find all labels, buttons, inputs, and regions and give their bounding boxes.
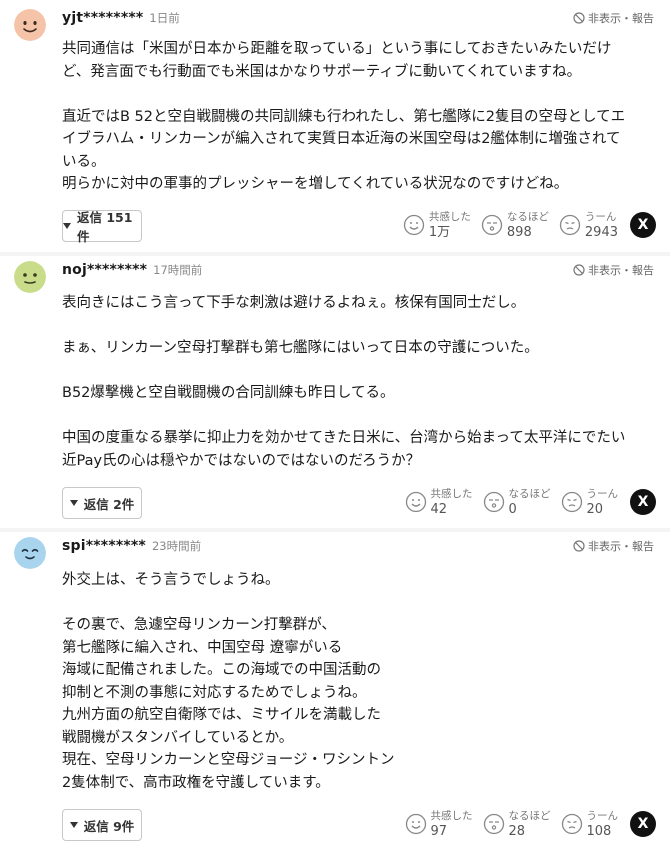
hmm-button[interactable]: うーん 108 — [561, 809, 619, 839]
user-row: yjt******** 1日前 — [62, 10, 180, 30]
reaction-bar: 共感した 42 なるほど 0 うーん 20 X — [405, 487, 656, 517]
hmm-label: うーん — [586, 810, 619, 822]
block-icon — [573, 540, 585, 552]
comment-paragraph: 外交上は、そう言うでしょうね。 — [62, 572, 280, 588]
insightful-label: なるほど — [508, 488, 551, 500]
user-row: spi******** 23時間前 — [62, 538, 201, 558]
insightful-button[interactable]: なるほど 0 — [483, 487, 551, 517]
hmm-label: うーん — [586, 488, 619, 500]
insightful-count: 898 — [506, 225, 532, 240]
hmm-count: 20 — [586, 502, 604, 517]
timestamp: 1日前 — [149, 11, 180, 25]
avatar[interactable] — [14, 537, 46, 569]
empathy-count: 42 — [430, 502, 448, 517]
empathy-count: 1万 — [428, 225, 451, 240]
hmm-button[interactable]: うーん 2943 — [559, 210, 618, 240]
thinking-face-icon — [559, 214, 581, 236]
report-label: 非表示・報告 — [588, 12, 654, 25]
reply-count-label: 返信 2件 — [83, 496, 135, 512]
comment-paragraph: 表向きにはこう言って下手な刺激は避けるよねぇ。核保有国同士だし。 — [62, 295, 526, 311]
report-label: 非表示・報告 — [588, 540, 654, 553]
block-icon — [573, 264, 585, 276]
comment-paragraph: まぁ、リンカーン空母打撃群も第七艦隊にはいって日本の守護についた。 — [62, 340, 539, 356]
comment-body: 外交上は、そう言うでしょうね。 その裏で、急遽空母リンカーン打撃群が、 第七艦隊… — [62, 569, 656, 794]
empathy-label: 共感した — [430, 810, 473, 822]
calm-face-icon — [14, 537, 46, 569]
smile-icon — [405, 491, 426, 513]
report-label: 非表示・報告 — [588, 264, 654, 277]
insightful-label: なるほど — [506, 211, 549, 223]
reply-toggle-button[interactable]: 返信 151件 — [62, 210, 142, 244]
reply-count-label: 返信 9件 — [83, 818, 135, 834]
hmm-count: 2943 — [584, 225, 618, 240]
empathy-count: 97 — [430, 824, 448, 839]
caret-down-icon — [69, 822, 78, 828]
x-share-icon[interactable]: X — [630, 212, 656, 238]
comment-body: 表向きにはこう言って下手な刺激は避けるよねぇ。核保有国同士だし。 まぁ、リンカー… — [62, 292, 656, 472]
comment-card: spi******** 23時間前 非表示・報告 外交上は、そう言うでしょうね。… — [0, 528, 670, 850]
reply-toggle-button[interactable]: 返信 9件 — [62, 809, 142, 841]
insightful-button[interactable]: なるほど 898 — [481, 210, 549, 240]
smile-face-icon — [14, 9, 46, 41]
avatar[interactable] — [14, 9, 46, 41]
smile-icon — [405, 813, 426, 835]
username[interactable]: yjt******** — [62, 10, 143, 26]
comment-paragraph: 中国の度重なる暴挙に抑止力を効かせてきた日米に、台湾から始まって太平洋にでたい … — [62, 430, 626, 469]
nod-face-icon — [483, 813, 504, 835]
comment-body: 共同通信は「米国が日本から距離を取っている」という事にしておきたいみたいだけ ど… — [62, 38, 656, 196]
reaction-bar: 共感した 97 なるほど 28 うーん 108 X — [405, 809, 656, 839]
comment-card: noj******** 17時間前 非表示・報告 表向きにはこう言って下手な刺激… — [0, 252, 670, 528]
reply-toggle-button[interactable]: 返信 2件 — [62, 487, 142, 519]
insightful-button[interactable]: なるほど 28 — [483, 809, 551, 839]
insightful-label: なるほど — [508, 810, 551, 822]
hmm-count: 108 — [586, 824, 612, 839]
user-row: noj******** 17時間前 — [62, 262, 202, 282]
insightful-count: 0 — [508, 502, 517, 517]
caret-down-icon — [69, 500, 78, 506]
nod-face-icon — [483, 491, 504, 513]
avatar[interactable] — [14, 261, 46, 293]
nod-face-icon — [481, 214, 503, 236]
x-share-icon[interactable]: X — [630, 811, 656, 837]
empathy-label: 共感した — [428, 211, 471, 223]
reply-count-label: 返信 151件 — [77, 210, 133, 244]
empathy-label: 共感した — [430, 488, 473, 500]
neutral-face-icon — [14, 261, 46, 293]
empathy-button[interactable]: 共感した 42 — [405, 487, 473, 517]
timestamp: 23時間前 — [151, 539, 202, 553]
comment-paragraph: その裏で、急遽空母リンカーン打撃群が、 第七艦隊に編入され、中国空母 遼寧がいる… — [62, 617, 395, 791]
insightful-count: 28 — [508, 824, 526, 839]
hmm-button[interactable]: うーん 20 — [561, 487, 619, 517]
empathy-button[interactable]: 共感した 1万 — [403, 210, 471, 240]
x-share-icon[interactable]: X — [630, 489, 656, 515]
comment-paragraph: 共同通信は「米国が日本から距離を取っている」という事にしておきたいみたいだけ ど… — [62, 41, 612, 80]
hide-report-link[interactable]: 非表示・報告 — [573, 262, 654, 278]
timestamp: 17時間前 — [153, 263, 203, 277]
comment-paragraph: 直近ではB 52と空自戦闘機の共同訓練も行われたし、第七艦隊に2隻目の空母として… — [62, 108, 626, 193]
comment-card: yjt******** 1日前 非表示・報告 共同通信は「米国が日本から距離を取… — [0, 0, 670, 252]
caret-down-icon — [63, 223, 71, 229]
thinking-face-icon — [561, 813, 582, 835]
block-icon — [573, 12, 585, 24]
empathy-button[interactable]: 共感した 97 — [405, 809, 473, 839]
thinking-face-icon — [561, 491, 582, 513]
comment-paragraph: B52爆撃機と空自戦闘機の合同訓練も昨日してる。 — [62, 385, 395, 401]
username[interactable]: spi******** — [62, 538, 146, 554]
hmm-label: うーん — [584, 211, 617, 223]
hide-report-link[interactable]: 非表示・報告 — [573, 538, 654, 554]
smile-icon — [403, 214, 425, 236]
reaction-bar: 共感した 1万 なるほど 898 うーん 2943 X — [403, 210, 656, 240]
username[interactable]: noj******** — [62, 262, 147, 278]
hide-report-link[interactable]: 非表示・報告 — [573, 10, 654, 26]
